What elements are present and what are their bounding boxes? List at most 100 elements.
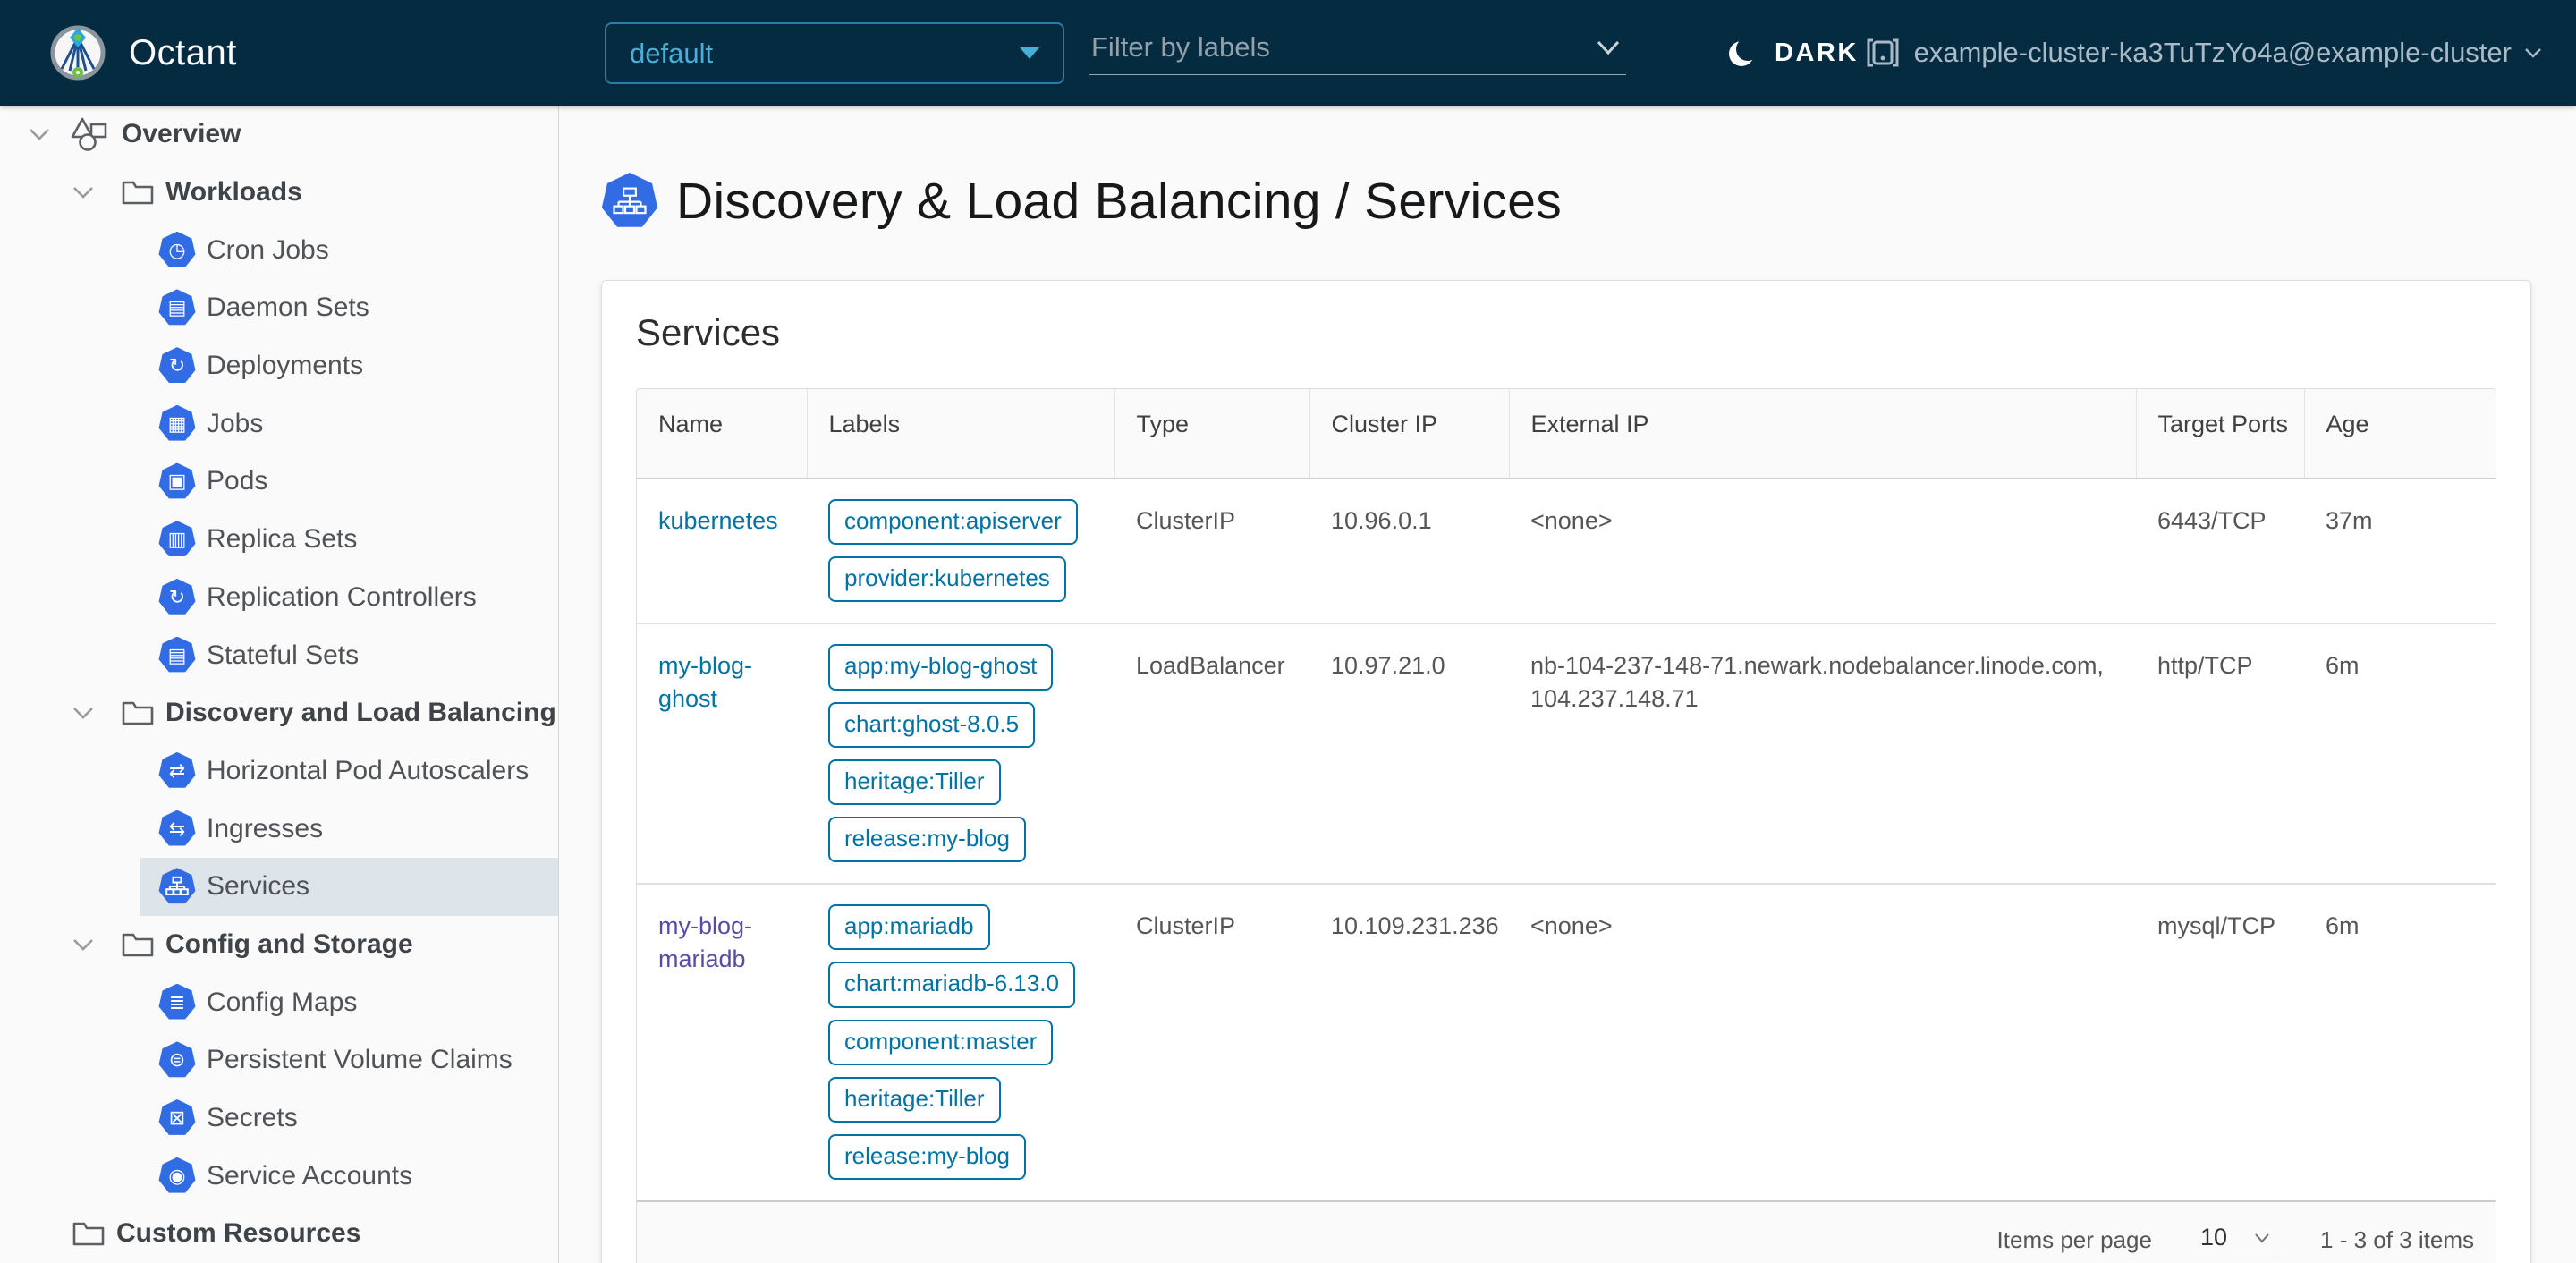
pods-icon: ▣ [158,462,196,500]
column-header-target-ports: Target Ports [2135,389,2304,479]
type-cell: ClusterIP [1114,479,1309,624]
label-tag[interactable]: release:my-blog [828,1133,1026,1181]
sidebar-item-label: Config and Storage [165,928,413,959]
dark-theme-toggle[interactable]: DARK [1724,0,1859,106]
name-cell: my-blog-ghost [637,623,807,885]
services-table: Name Labels Type Cluster IP External IP Targe… [637,389,2496,1201]
stateful-sets-icon: ▤ [158,636,196,674]
octant-app: Octant default Filter by labels DARK exa… [0,0,2576,1263]
deployments-icon: ↻ [158,347,196,385]
cluster-ip-cell: 10.96.0.1 [1309,479,1509,624]
sidebar-item-discovery-and-load-balancing[interactable]: Discovery and Load Balancing [0,684,558,742]
namespace-select[interactable]: default [605,22,1064,84]
target-ports-cell: http/TCP [2136,623,2304,885]
cluster-ip-cell: 10.109.231.236 [1309,883,1509,1201]
service-link[interactable]: my-blog-mariadb [658,912,752,971]
label-tag[interactable]: provider:kubernetes [828,556,1066,603]
sidebar-item-label: Deployments [207,351,364,381]
label-tag[interactable]: heritage:Tiller [828,759,1001,805]
chevron-down-icon[interactable] [72,185,95,199]
label-tag[interactable]: chart:ghost-8.0.5 [828,701,1036,748]
sidebar-item-stateful-sets[interactable]: ▤ Stateful Sets [140,626,558,684]
sidebar-item-label: Replication Controllers [207,581,477,612]
table-footer: Items per page 10 1 - 3 of 3 items [637,1200,2496,1263]
sidebar-item-services[interactable]: Services [140,857,558,916]
labels-cell: app:my-blog-ghost chart:ghost-8.0.5 herita… [807,623,1114,885]
replication-controllers-icon: ↻ [158,578,196,616]
name-cell: kubernetes [637,479,807,624]
sidebar-item-cron-jobs[interactable]: ◷ Cron Jobs [140,221,558,279]
folder-icon [121,699,155,727]
label-tag[interactable]: heritage:Tiller [828,1076,1001,1123]
target-ports-cell: 6443/TCP [2136,479,2304,624]
sidebar-item-config-maps[interactable]: ≣ Config Maps [140,973,558,1031]
type-cell: ClusterIP [1114,883,1309,1201]
label-tag[interactable]: component:master [828,1019,1054,1065]
sidebar-item-label: Cron Jobs [207,234,329,265]
column-header-external-ip: External IP [1508,389,2136,479]
label-tag[interactable]: app:mariadb [828,904,990,951]
cron-jobs-icon: ◷ [158,231,196,269]
label-tag[interactable]: app:my-blog-ghost [828,644,1054,691]
service-heptagon-icon [601,173,658,227]
cluster-context-selector[interactable]: example-cluster-ka3TuTzYo4a@example-clus… [1864,0,2542,106]
sidebar-item-label: Persistent Volume Claims [207,1045,513,1075]
sidebar-item-label: Jobs [207,408,264,438]
sidebar-item-label: Discovery and Load Balancing [165,698,556,728]
column-header-cluster-ip: Cluster IP [1309,389,1509,479]
brand: Octant [48,23,237,82]
sidebar-item-ingresses[interactable]: ⇆ Ingresses [140,800,558,858]
sidebar-item-label: Stateful Sets [207,640,360,670]
chevron-down-icon [2524,47,2542,59]
sidebar-item-label: Secrets [207,1103,298,1133]
sidebar-item-label: Workloads [165,177,302,208]
label-tag[interactable]: chart:mariadb-6.13.0 [828,962,1075,1008]
service-link[interactable]: kubernetes [658,507,778,534]
column-header-labels: Labels [806,389,1114,479]
sidebar-item-pods[interactable]: ▣ Pods [140,453,558,511]
chevron-down-icon[interactable] [28,127,51,141]
sidebar-item-workloads[interactable]: Workloads [0,164,558,222]
sidebar-item-overview[interactable]: Overview [0,106,558,164]
folder-icon [121,178,155,207]
labels-cell: component:apiserver provider:kubernetes [807,479,1114,624]
column-header-type: Type [1114,389,1309,479]
age-cell: 6m [2304,623,2496,885]
cluster-context-icon [1864,34,1902,72]
sidebar-item-secrets[interactable]: ⊠ Secrets [140,1089,558,1148]
chevron-down-icon[interactable] [72,937,95,952]
folder-icon [121,930,155,959]
service-link[interactable]: my-blog-ghost [658,652,752,711]
items-per-page-label: Items per page [1996,1225,2152,1253]
persistent-volume-claims-icon: ⊜ [158,1041,196,1079]
sidebar-item-horizontal-pod-autoscalers[interactable]: ⇄ Horizontal Pod Autoscalers [140,742,558,801]
sidebar-item-label: Custom Resources [116,1218,361,1249]
sidebar-item-replication-controllers[interactable]: ↻ Replication Controllers [140,569,558,627]
items-per-page-select[interactable]: 10 [2189,1220,2280,1260]
sidebar-item-label: Ingresses [207,813,324,843]
table-row: kubernetes component:apiserver provider:ku… [637,479,2496,624]
sidebar-item-label: Daemon Sets [207,292,369,323]
replica-sets-icon: ▥ [158,521,196,558]
card-heading: Services [636,311,781,353]
label-tag[interactable]: release:my-blog [828,816,1026,863]
jobs-icon: ▦ [158,404,196,443]
table-row: my-blog-ghost app:my-blog-ghost chart:ghos… [637,623,2496,885]
sidebar-item-config-and-storage[interactable]: Config and Storage [0,916,558,974]
sidebar-item-replica-sets[interactable]: ▥ Replica Sets [140,511,558,569]
sidebar-item-persistent-volume-claims[interactable]: ⊜ Persistent Volume Claims [140,1031,558,1089]
filter-by-labels-input[interactable]: Filter by labels [1089,20,1626,75]
label-tag[interactable]: component:apiserver [828,499,1078,546]
service-accounts-icon: ◉ [158,1157,196,1195]
sidebar-item-daemon-sets[interactable]: ▤ Daemon Sets [140,279,558,337]
sidebar-item-custom-resources[interactable]: Custom Resources [0,1205,558,1263]
items-per-page-value: 10 [2199,1224,2228,1251]
sidebar-item-label: Pods [207,466,268,496]
external-ip-cell: <none> [1509,479,2136,624]
sidebar-item-service-accounts[interactable]: ◉ Service Accounts [140,1147,558,1205]
chevron-down-icon[interactable] [72,706,95,720]
sidebar-item-jobs[interactable]: ▦ Jobs [140,394,558,453]
dark-label: DARK [1775,38,1859,67]
sidebar-item-deployments[interactable]: ↻ Deployments [140,337,558,395]
age-cell: 6m [2304,883,2496,1201]
